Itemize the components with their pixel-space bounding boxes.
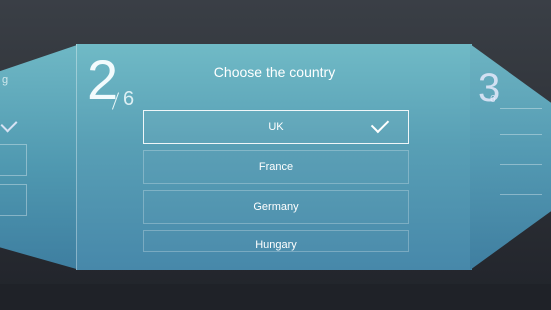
previous-step-panel[interactable]: g	[0, 44, 80, 270]
previous-panel-field	[0, 184, 27, 216]
previous-panel-field	[0, 144, 27, 176]
step-indicator: 2 6	[87, 52, 134, 111]
next-panel-field	[500, 164, 542, 165]
country-option-germany[interactable]: Germany	[143, 190, 409, 224]
next-panel-field	[500, 194, 542, 195]
screen-frame: g 2 6 Choose the country UK France Germa…	[0, 0, 551, 310]
bottom-bar	[0, 284, 551, 310]
page-title: Choose the country	[213, 64, 336, 80]
check-icon	[370, 114, 390, 134]
country-option-france[interactable]: France	[143, 150, 409, 184]
step-total: 6	[123, 88, 135, 110]
country-option-label: UK	[268, 121, 284, 133]
previous-panel-text: g	[2, 74, 9, 86]
next-step-panel[interactable]: 3 6	[470, 44, 551, 270]
country-option-uk[interactable]: UK	[143, 110, 409, 144]
country-list: UK France Germany Hungary	[143, 110, 409, 258]
next-panel-field	[500, 134, 542, 135]
check-icon	[0, 115, 18, 133]
next-panel-field	[500, 108, 542, 109]
country-option-label: Germany	[253, 201, 299, 213]
next-step-total: 6	[490, 94, 496, 105]
country-option-label: Hungary	[255, 239, 297, 251]
country-option-hungary[interactable]: Hungary	[143, 230, 409, 252]
country-step-panel: 2 6 Choose the country UK France Germany…	[76, 44, 472, 270]
country-option-label: France	[258, 161, 294, 173]
